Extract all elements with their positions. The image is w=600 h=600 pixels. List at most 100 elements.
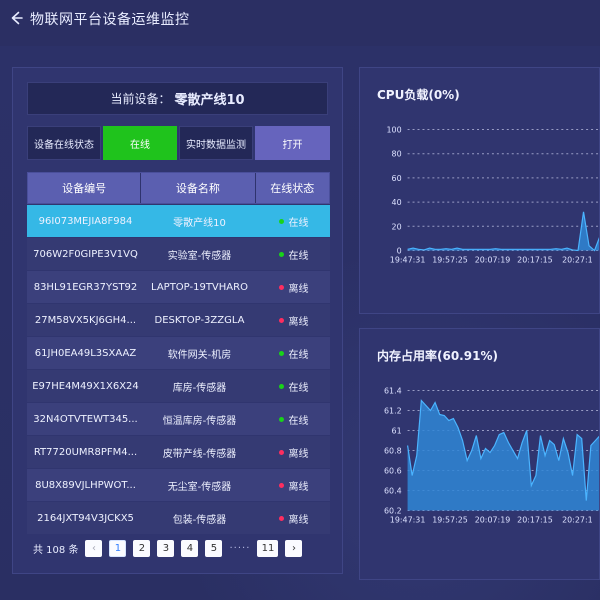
page-ellipsis[interactable]: ····· [229, 543, 250, 554]
chevron-left-icon[interactable]: ‹ [85, 539, 103, 557]
y-tick-label: 60.2 [384, 507, 402, 516]
status-text: 离线 [288, 514, 309, 526]
device-name: 无尘室-传感器 [167, 481, 232, 493]
x-tick-label: 20:07:19 [475, 255, 511, 264]
area-fill [407, 400, 599, 511]
header-bar: 物联网平台设备运维监控 [0, 0, 600, 47]
table-row[interactable]: 8U8X89VJLHPWOT... 无尘室-传感器 离线 [27, 469, 330, 501]
y-tick-label: 61 [392, 426, 402, 435]
status-text: 离线 [288, 283, 309, 295]
page-11-button[interactable]: 11 [257, 539, 279, 557]
current-device-header: 当前设备： 零散产线10 [27, 82, 328, 115]
page-2-button[interactable]: 2 [133, 539, 151, 557]
y-tick-label: 61.2 [384, 406, 402, 415]
device-name: 零散产线10 [173, 217, 226, 229]
status-text: 在线 [288, 217, 309, 229]
x-tick-label: 20:07:19 [475, 515, 511, 524]
column-header-online-status[interactable]: 在线状态 [256, 173, 330, 203]
table-row[interactable]: 27M58VX5KJ6GH4... DESKTOP-3ZZGLA 离线 [27, 304, 330, 336]
offline-dot-icon [278, 317, 284, 323]
column-header-device-id[interactable]: 设备编号 [28, 173, 142, 203]
device-id: 32N4OTVTEWT345... [33, 413, 138, 425]
device-id: 706W2F0GIPE3V1VQ [33, 248, 138, 260]
offline-dot-icon [278, 482, 284, 488]
table-row[interactable]: E97HE4M49X1X6X24 库房-传感器 在线 [27, 370, 330, 402]
device-name: DESKTOP-3ZZGLA [154, 314, 245, 326]
x-tick-label: 20:27:1 [562, 515, 593, 524]
x-tick-label: 20:17:15 [517, 255, 553, 264]
page-4-button[interactable]: 4 [181, 539, 199, 557]
y-tick-label: 20 [392, 222, 402, 231]
device-status: 在线 [257, 238, 330, 270]
page-5-button[interactable]: 5 [205, 539, 223, 557]
device-id: RT7720UMR8PFM4... [33, 446, 138, 458]
online-dot-icon [278, 251, 284, 257]
table-row[interactable]: 32N4OTVTEWT345... 恒温库房-传感器 在线 [27, 403, 330, 435]
x-tick-label: 20:17:15 [517, 515, 553, 524]
current-device-name: 零散产线10 [174, 93, 245, 108]
table-row[interactable]: 96I073MEJIA8F984 零散产线10 在线 [27, 205, 330, 237]
arrow-left-icon[interactable] [8, 10, 24, 26]
status-text: 离线 [288, 481, 309, 493]
device-id: 96I073MEJIA8F984 [38, 215, 133, 227]
table-row[interactable]: 2164JXT94V3JCKX5 包装-传感器 离线 [27, 502, 330, 534]
realtime-open-button[interactable]: 打开 [255, 126, 330, 160]
y-tick-label: 40 [392, 198, 402, 207]
x-tick-label: 19:57:25 [432, 255, 468, 264]
device-name: 软件网关-机房 [167, 349, 232, 361]
memory-usage-chart: 60.2 60.4 60.6 60.8 61 61.2 61.4 19:47:31 19:57:… [384, 386, 599, 524]
device-status: 离线 [257, 271, 330, 303]
device-status: 离线 [257, 304, 330, 336]
offline-dot-icon [278, 449, 284, 455]
current-device-label: 当前设备： [110, 92, 171, 106]
device-name: 库房-传感器 [172, 382, 227, 394]
x-tick-label: 19:57:25 [432, 515, 468, 524]
column-header-device-name[interactable]: 设备名称 [141, 173, 256, 203]
online-dot-icon [278, 383, 284, 389]
y-tick-label: 0 [397, 246, 402, 255]
device-name: 恒温库房-传感器 [162, 415, 237, 427]
device-name: 皮带产线-传感器 [162, 448, 237, 460]
status-text: 在线 [288, 382, 309, 394]
x-tick-label: 19:47:31 [390, 515, 426, 524]
device-id: 83HL91EGR37YST92 [33, 281, 138, 293]
status-text: 在线 [288, 250, 309, 262]
status-text: 在线 [288, 349, 309, 361]
table-row[interactable]: 83HL91EGR37YST92 LAPTOP-19TVHARO 离线 [27, 271, 330, 303]
y-tick-label: 60.6 [384, 467, 402, 476]
chevron-right-icon[interactable]: › [285, 539, 303, 557]
device-name: LAPTOP-19TVHARO [151, 281, 248, 293]
device-name: 包装-传感器 [172, 514, 227, 526]
page-1-button[interactable]: 1 [109, 539, 127, 557]
realtime-monitor-label: 实时数据监测 [179, 126, 253, 160]
page-3-button[interactable]: 3 [157, 539, 175, 557]
device-status: 离线 [257, 469, 330, 501]
y-tick-label: 60.4 [384, 487, 402, 496]
online-status-badge: 在线 [103, 126, 177, 160]
device-id: 2164JXT94V3JCKX5 [37, 512, 134, 524]
device-status: 在线 [257, 337, 330, 369]
online-dot-icon [278, 416, 284, 422]
y-tick-label: 60 [392, 174, 402, 183]
table-row[interactable]: RT7720UMR8PFM4... 皮带产线-传感器 离线 [27, 436, 330, 468]
table-row[interactable]: 706W2F0GIPE3V1VQ 实验室-传感器 在线 [27, 238, 330, 270]
online-dot-icon [278, 350, 284, 356]
status-text: 离线 [288, 316, 309, 328]
area-fill [407, 211, 599, 251]
y-tick-label: 100 [387, 125, 402, 134]
y-tick-label: 60.8 [384, 447, 402, 456]
status-text: 离线 [288, 448, 309, 460]
status-text: 在线 [288, 415, 309, 427]
device-status: 在线 [257, 205, 330, 237]
cpu-chart-panel: CPU负载(0%) 0 20 40 60 80 100 19:47:31 19:57:25 20… [359, 67, 600, 314]
device-id: 27M58VX5KJ6GH4... [34, 314, 137, 326]
device-status: 在线 [257, 370, 330, 402]
cpu-load-chart: 0 20 40 60 80 100 19:47:31 19:57:25 20:07:19 20:1… [387, 125, 599, 264]
x-tick-label: 20:27:1 [562, 255, 593, 264]
table-row[interactable]: 61JH0EA49L3SXAAZ 软件网关-机房 在线 [27, 337, 330, 369]
y-tick-label: 80 [392, 150, 402, 159]
pagination: 共 108 条 ‹ 1 2 3 4 5 ····· 11 › [33, 539, 303, 557]
page-title: 物联网平台设备运维监控 [30, 12, 190, 28]
memory-chart-panel: 内存占用率(60.91%) 60.2 60.4 60.6 60.8 61 61.2 61.4… [359, 328, 600, 580]
device-table: 设备编号 设备名称 在线状态 96I073MEJIA8F984 零散产线10 在… [27, 172, 330, 534]
